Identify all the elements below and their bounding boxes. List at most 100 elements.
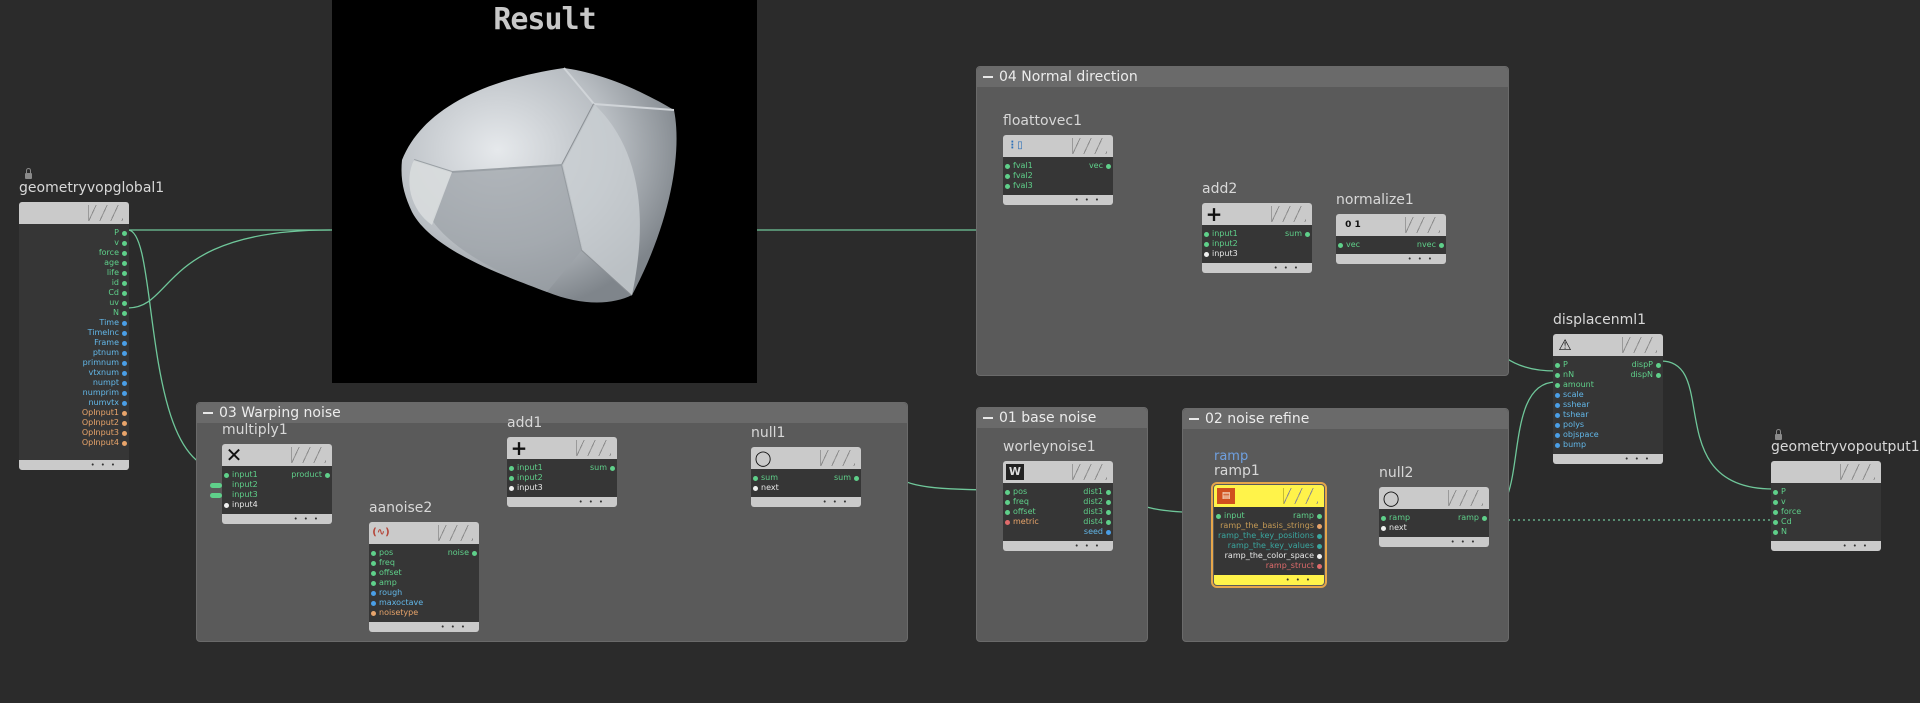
output-port[interactable] [122,251,127,256]
port-row[interactable]: sshear [1553,400,1663,410]
input-port[interactable] [1555,423,1560,428]
node-ramp1[interactable]: ramp ramp1 ▤ input ramp ramp_the_basis_st… [1211,449,1327,588]
port-row[interactable]: scale [1553,390,1663,400]
input-port[interactable] [371,581,376,586]
port-row[interactable]: ptnum [19,348,129,358]
output-port[interactable] [1656,363,1661,368]
port-row[interactable]: seed [1003,527,1113,537]
port-row[interactable]: OpInput1 [19,408,129,418]
port-row[interactable]: numvtx [19,398,129,408]
output-port[interactable] [122,311,127,316]
collapse-icon[interactable] [983,76,993,78]
node-add1[interactable]: add1 + input1 sum input2 input3 ••• [507,415,617,507]
port-row[interactable]: life [19,268,129,278]
input-port[interactable] [1555,383,1560,388]
port-row[interactable]: freq dist2 [1003,497,1113,507]
output-port[interactable] [472,551,477,556]
port-row[interactable]: maxoctave [369,598,479,608]
input-port[interactable] [1773,510,1778,515]
output-port[interactable] [122,331,127,336]
input-port[interactable] [371,571,376,576]
port-row[interactable]: Frame [19,338,129,348]
port-row[interactable]: numpt [19,378,129,388]
input-port[interactable] [371,551,376,556]
port-row[interactable]: id [19,278,129,288]
output-port[interactable] [122,391,127,396]
input-port[interactable] [1555,433,1560,438]
port-row[interactable]: primnum [19,358,129,368]
output-port[interactable] [122,431,127,436]
input-port[interactable] [1005,500,1010,505]
port-row[interactable]: OpInput4 [19,438,129,448]
input-port[interactable] [1555,393,1560,398]
output-port[interactable] [122,361,127,366]
input-port[interactable] [1773,490,1778,495]
output-port[interactable] [1656,373,1661,378]
node-worleynoise1[interactable]: worleynoise1 W pos dist1 freq dist2 offset di… [1003,439,1113,551]
output-port[interactable] [122,341,127,346]
input-port[interactable] [1555,363,1560,368]
input-port[interactable] [1555,413,1560,418]
port-row[interactable]: v [19,238,129,248]
input-port[interactable] [1005,490,1010,495]
output-port[interactable] [122,271,127,276]
output-port[interactable] [122,401,127,406]
port-row[interactable]: rough [369,588,479,598]
node-flags[interactable] [88,205,123,221]
output-port[interactable] [122,231,127,236]
output-port[interactable] [122,381,127,386]
input-port[interactable] [1773,500,1778,505]
input-port[interactable] [1005,510,1010,515]
input-port[interactable] [371,601,376,606]
node-multiply1[interactable]: multiply1 ✕ input1 product input2 input3 … [210,422,332,524]
port-row[interactable]: v [1771,497,1881,507]
port-row[interactable]: OpInput2 [19,418,129,428]
output-port[interactable] [122,281,127,286]
output-port[interactable] [122,421,127,426]
port-row[interactable]: TimeInc [19,328,129,338]
collapse-icon[interactable] [1189,418,1199,420]
collapse-icon[interactable] [983,417,993,419]
output-port[interactable] [1106,520,1111,525]
node-aanoise2[interactable]: aanoise2 (∿) pos noise freq offset amp rough m… [369,500,479,632]
port-row[interactable]: metric dist4 [1003,517,1113,527]
output-port[interactable] [122,321,127,326]
collapse-icon[interactable] [203,412,213,414]
output-port[interactable] [122,351,127,356]
output-port[interactable] [1106,510,1111,515]
output-port[interactable] [122,291,127,296]
port-row[interactable]: pos noise [369,548,479,558]
port-row[interactable]: objspace [1553,430,1663,440]
output-port[interactable] [122,261,127,266]
node-geometryvopglobal1[interactable]: geometryvopglobal1 Pv force age life id Cd uv N… [19,180,164,470]
port-row[interactable]: tshear [1553,410,1663,420]
input-port[interactable] [1773,520,1778,525]
port-row[interactable]: numprim [19,388,129,398]
output-port[interactable] [1106,490,1111,495]
node-null2[interactable]: null2 ◯ ramp ramp next ••• [1379,465,1489,547]
node-displacenml1[interactable]: displacenml1 ⚠ PdispP nN dispN amount scale s… [1553,312,1663,464]
port-row[interactable]: Time [19,318,129,328]
output-port[interactable] [122,441,127,446]
output-port[interactable] [1106,530,1111,535]
port-row[interactable]: force [19,248,129,258]
node-normalize1[interactable]: normalize1 0 1 vec nvec ••• [1336,192,1446,264]
input-port[interactable] [1005,520,1010,525]
port-row[interactable]: OpInput3 [19,428,129,438]
input-port[interactable] [1773,530,1778,535]
port-row[interactable]: PdispP [1553,360,1663,370]
input-port[interactable] [1555,443,1560,448]
output-port[interactable] [1106,500,1111,505]
port-row[interactable]: P [19,228,129,238]
port-row[interactable]: N [1771,527,1881,537]
port-row[interactable]: vtxnum [19,368,129,378]
port-row[interactable]: P [1771,487,1881,497]
port-row[interactable]: N [19,308,129,318]
output-port[interactable] [122,411,127,416]
input-port[interactable] [371,591,376,596]
port-row[interactable]: bump [1553,440,1663,450]
input-port[interactable] [371,561,376,566]
port-row[interactable]: amount [1553,380,1663,390]
port-row[interactable]: Cd [1771,517,1881,527]
output-port[interactable] [122,241,127,246]
